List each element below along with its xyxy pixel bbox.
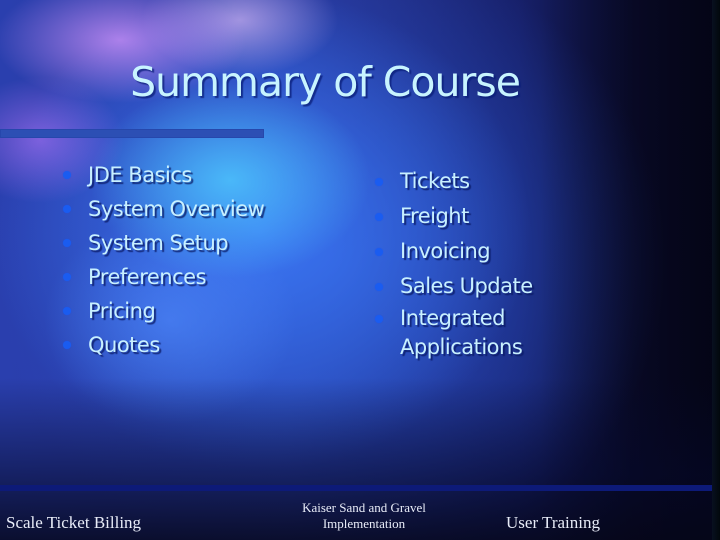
list-item: Sales Update	[375, 269, 533, 304]
bullet-dot-icon	[375, 315, 383, 323]
list-item: Preferences	[63, 260, 264, 294]
list-item-label: Tickets	[400, 169, 470, 193]
list-item-label: Quotes	[88, 333, 160, 357]
bullet-dot-icon	[63, 307, 71, 315]
list-item-label: Integrated	[400, 306, 505, 330]
bullet-dot-icon	[375, 213, 383, 221]
bullet-dot-icon	[375, 283, 383, 291]
footer-divider-bar	[0, 485, 712, 491]
bullet-dot-icon	[63, 273, 71, 281]
list-item-label: Sales Update	[400, 274, 533, 298]
list-item: System Overview	[63, 192, 265, 226]
list-item: Tickets	[375, 164, 533, 199]
list-item-label: Freight	[400, 204, 469, 228]
list-item: Invoicing	[375, 234, 533, 269]
footer-subtitle: Implementation	[322, 516, 406, 531]
list-item-label: Preferences	[88, 265, 207, 289]
list-item: Pricing	[63, 294, 264, 328]
list-item: JDE Basics	[63, 158, 264, 192]
list-item-label: Invoicing	[400, 239, 491, 263]
bullet-dot-icon	[375, 178, 383, 186]
footer-left-text: Scale Ticket Billing	[6, 513, 142, 532]
list-item-label: Pricing	[88, 299, 156, 323]
right-edge-border	[712, 0, 720, 540]
left-bullet-list: JDE Basics System Overview System Setup …	[63, 158, 265, 362]
right-bullet-list: Tickets Freight Invoicing Sales Update I…	[375, 164, 533, 362]
slide-title: Summary of Course	[130, 58, 521, 106]
bullet-dot-icon	[63, 341, 71, 349]
title-underline-bar	[0, 129, 264, 138]
list-item: System Setup	[63, 226, 264, 260]
list-item-label: JDE Basics	[88, 163, 192, 187]
list-item-label-continuation: Applications	[400, 335, 523, 359]
list-item: Freight	[375, 199, 533, 234]
footer-right-text: User Training	[506, 513, 600, 532]
bullet-dot-icon	[63, 239, 71, 247]
bullet-dot-icon	[63, 205, 71, 213]
list-item: Integrated Applications	[375, 304, 533, 362]
bullet-dot-icon	[63, 171, 71, 179]
slide: Summary of Course JDE Basics System Over…	[0, 0, 720, 540]
footer-company-name: Kaiser Sand and Gravel	[302, 500, 426, 515]
list-item-label: System Setup	[88, 231, 229, 255]
bullet-dot-icon	[375, 248, 383, 256]
list-item-label: System Overview	[88, 197, 265, 221]
list-item: Quotes	[63, 328, 264, 362]
footer-center-text: Kaiser Sand and Gravel Implementation	[278, 500, 450, 532]
